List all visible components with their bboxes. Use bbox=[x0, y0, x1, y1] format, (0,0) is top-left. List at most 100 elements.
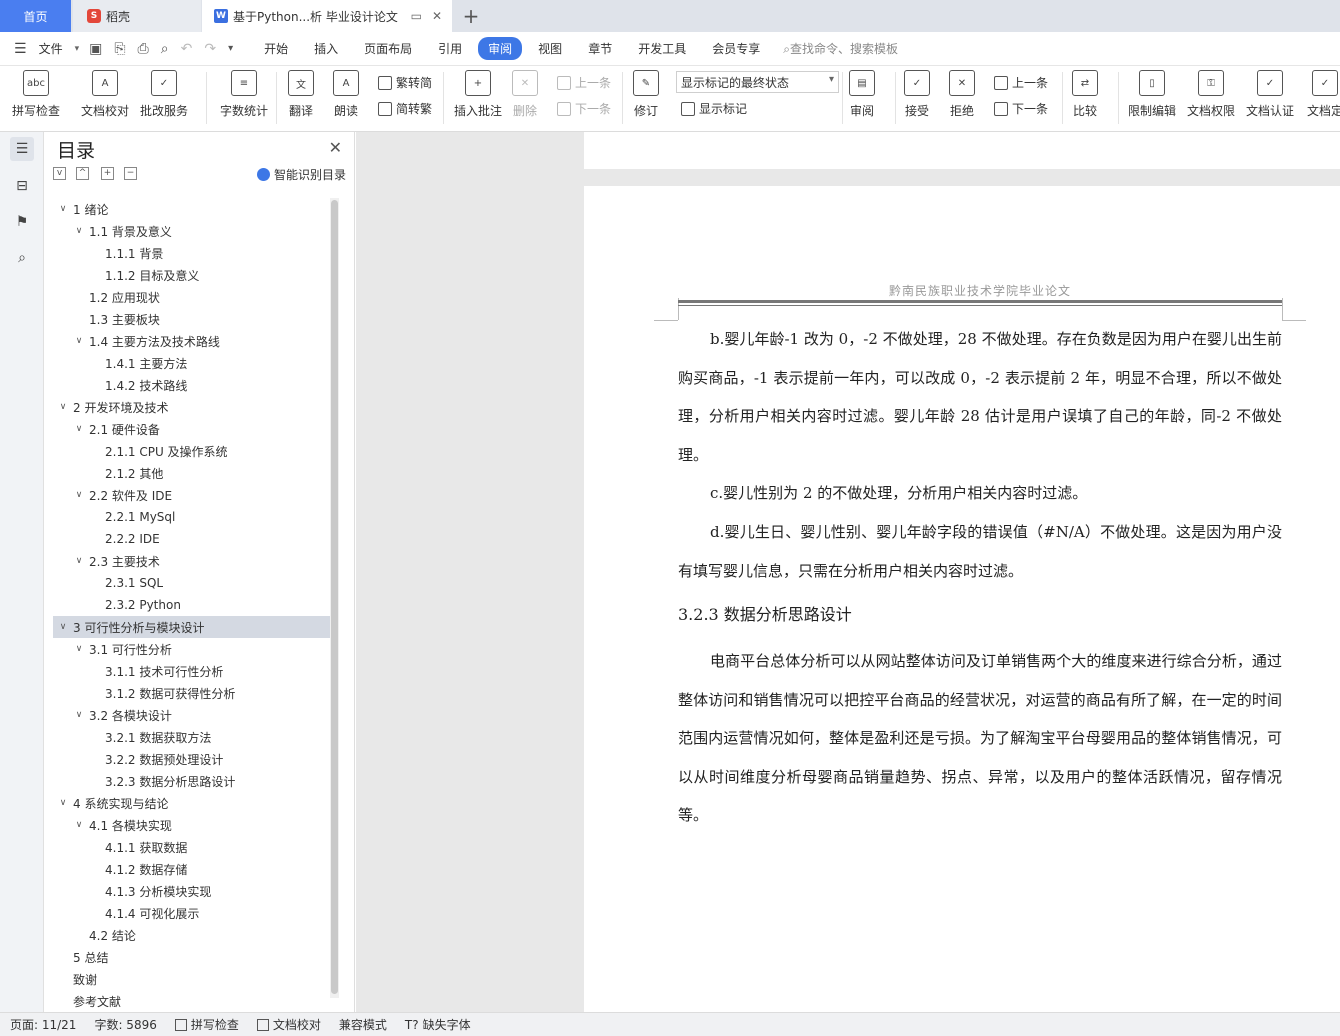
chevron-down-icon[interactable]: ∨ bbox=[57, 798, 69, 808]
toc-item[interactable]: 2.1.1 CPU 及操作系统 bbox=[53, 440, 331, 462]
toc-item[interactable]: 4.2 结论 bbox=[53, 924, 331, 946]
toc-item[interactable]: 4.1.1 获取数据 bbox=[53, 836, 331, 858]
translate-button[interactable]: 文翻译 bbox=[288, 70, 314, 119]
reject-button[interactable]: ✕ 拒绝 bbox=[949, 70, 975, 119]
chevron-down-icon[interactable]: ∨ bbox=[73, 424, 85, 434]
doc-permission-button[interactable]: ⚿ 文档权限 bbox=[1187, 70, 1235, 119]
add-heading-icon[interactable]: + bbox=[101, 167, 114, 180]
tab-daoke[interactable]: S 稻壳 bbox=[73, 0, 201, 32]
toc-item[interactable]: ∨ 3.2 各模块设计 bbox=[53, 704, 331, 726]
scroll-thumb[interactable] bbox=[331, 200, 338, 994]
tab-references[interactable]: 引用 bbox=[428, 37, 472, 60]
undo-icon[interactable]: ↶ bbox=[181, 41, 193, 57]
next-change-button[interactable]: 下一条 bbox=[994, 100, 1048, 117]
toc-item[interactable]: ∨ 4.1 各模块实现 bbox=[53, 814, 331, 836]
expand-all-icon[interactable]: v bbox=[53, 167, 66, 180]
toc-item[interactable]: 1.3 主要板块 bbox=[53, 308, 331, 330]
customize-icon[interactable]: ▾ bbox=[228, 43, 233, 54]
read-aloud-button[interactable]: A 朗读 bbox=[333, 70, 359, 119]
toc-item[interactable]: 3.1.2 数据可获得性分析 bbox=[53, 682, 331, 704]
redo-icon[interactable]: ↷ bbox=[204, 41, 216, 57]
tab-home[interactable]: 首页 bbox=[0, 0, 71, 32]
collapse-all-icon[interactable]: ^ bbox=[76, 167, 89, 180]
chevron-down-icon[interactable]: ∨ bbox=[73, 710, 85, 720]
simp-to-trad-button[interactable]: 简转繁 bbox=[378, 100, 432, 117]
chevron-down-icon[interactable]: ∨ bbox=[57, 622, 69, 632]
spellcheck-button[interactable]: abc 拼写检查 bbox=[12, 70, 60, 119]
file-menu[interactable]: 文件 bbox=[33, 37, 69, 60]
batch-service-button[interactable]: ✓ 批改服务 bbox=[140, 70, 188, 119]
prev-change-button[interactable]: 上一条 bbox=[994, 74, 1048, 91]
insert-comment-button[interactable]: + 插入批注 bbox=[454, 70, 502, 119]
tab-developer[interactable]: 开发工具 bbox=[628, 37, 696, 60]
markup-state-select[interactable]: 显示标记的最终状态 bbox=[676, 71, 839, 93]
new-tab-button[interactable]: + bbox=[458, 0, 484, 32]
tab-page-layout[interactable]: 页面布局 bbox=[354, 37, 422, 60]
document-page[interactable]: 黔南民族职业技术学院毕业论文 b.婴儿年龄-1 改为 0，-2 不做处理，28 … bbox=[584, 186, 1340, 1012]
tab-member[interactable]: 会员专享 bbox=[702, 37, 770, 60]
chapter-nav-icon[interactable]: ⊟ bbox=[10, 174, 34, 198]
doc-cert-button[interactable]: ✓ 文档认证 bbox=[1246, 70, 1294, 119]
chevron-down-icon[interactable]: ∨ bbox=[57, 402, 69, 412]
toc-item[interactable]: 1.2 应用现状 bbox=[53, 286, 331, 308]
toc-item[interactable]: ∨ 3.1 可行性分析 bbox=[53, 638, 331, 660]
chevron-down-icon[interactable]: ∨ bbox=[57, 204, 69, 214]
toc-item[interactable]: 3.2.2 数据预处理设计 bbox=[53, 748, 331, 770]
status-proof[interactable]: 文档校对 bbox=[256, 1016, 321, 1033]
toc-item[interactable]: ∨ 1.4 主要方法及技术路线 bbox=[53, 330, 331, 352]
accept-button[interactable]: ✓ 接受 bbox=[904, 70, 930, 119]
compare-button[interactable]: ⇄ 比较 bbox=[1072, 70, 1098, 119]
toc-item[interactable]: 2.3.2 Python bbox=[53, 594, 331, 616]
tab-review[interactable]: 审阅 bbox=[478, 37, 523, 60]
word-count[interactable]: 字数: 5896 bbox=[94, 1016, 156, 1033]
toc-item[interactable]: ∨ 1 绪论 bbox=[53, 198, 331, 220]
toc-item[interactable]: 4.1.3 分析模块实现 bbox=[53, 880, 331, 902]
doc-fix-button[interactable]: ✓ 文档定 bbox=[1307, 70, 1340, 119]
chevron-down-icon[interactable]: ∨ bbox=[73, 820, 85, 830]
search-icon[interactable]: ⌕ bbox=[10, 246, 34, 270]
toc-panel-icon[interactable]: ☰ bbox=[10, 137, 34, 161]
export-icon[interactable]: ⎘ bbox=[114, 41, 125, 57]
track-changes-button[interactable]: ✎ 修订 bbox=[633, 70, 659, 119]
toc-item[interactable]: 2.2.1 MySql bbox=[53, 506, 331, 528]
toc-item[interactable]: 1.1.1 背景 bbox=[53, 242, 331, 264]
review-pane-button[interactable]: ▤ 审阅 bbox=[849, 70, 875, 119]
close-tab-icon[interactable]: ✕ bbox=[432, 9, 442, 23]
word-count-button[interactable]: ≡ 字数统计 bbox=[220, 70, 268, 119]
toc-item[interactable]: ∨ 2.3 主要技术 bbox=[53, 550, 331, 572]
toc-item[interactable]: ∨ 2.2 软件及 IDE bbox=[53, 484, 331, 506]
toc-item[interactable]: ∨ 4 系统实现与结论 bbox=[53, 792, 331, 814]
tab-document[interactable]: W 基于Python...析 毕业设计论文 ▭ ✕ bbox=[202, 0, 452, 32]
show-markup-button[interactable]: 显示标记 bbox=[681, 100, 747, 117]
toc-item[interactable]: ∨ 3 可行性分析与模块设计 bbox=[53, 616, 331, 638]
hamburger-icon[interactable]: ☰ bbox=[14, 41, 27, 57]
tab-view[interactable]: 视图 bbox=[528, 37, 572, 60]
toc-scrollbar[interactable] bbox=[330, 198, 339, 998]
tab-insert[interactable]: 插入 bbox=[304, 37, 348, 60]
chevron-down-icon[interactable]: ∨ bbox=[73, 644, 85, 654]
compat-mode[interactable]: 兼容模式 bbox=[339, 1016, 387, 1033]
bookmark-icon[interactable]: ⚑ bbox=[10, 210, 34, 234]
print-icon[interactable]: ⎙ bbox=[138, 41, 149, 57]
save-icon[interactable]: ▣ bbox=[89, 41, 102, 57]
toc-item[interactable]: ∨ 1.1 背景及意义 bbox=[53, 220, 331, 242]
toc-item[interactable]: 3.2.3 数据分析思路设计 bbox=[53, 770, 331, 792]
missing-font[interactable]: T? 缺失字体 bbox=[405, 1016, 471, 1033]
prev-comment-button[interactable]: 上一条 bbox=[557, 74, 611, 91]
toc-item[interactable]: 4.1.2 数据存储 bbox=[53, 858, 331, 880]
restrict-edit-button[interactable]: ▯ 限制编辑 bbox=[1128, 70, 1176, 119]
trad-to-simp-button[interactable]: 繁转简 bbox=[378, 74, 432, 91]
toc-item[interactable]: 1.1.2 目标及意义 bbox=[53, 264, 331, 286]
toc-item[interactable]: ∨ 2 开发环境及技术 bbox=[53, 396, 331, 418]
toc-item[interactable]: 3.1.1 技术可行性分析 bbox=[53, 660, 331, 682]
toc-item[interactable]: 2.2.2 IDE bbox=[53, 528, 331, 550]
toc-item[interactable]: 4.1.4 可视化展示 bbox=[53, 902, 331, 924]
next-comment-button[interactable]: 下一条 bbox=[557, 100, 611, 117]
toc-item[interactable]: 5 总结 bbox=[53, 946, 331, 968]
command-search[interactable]: ⌕查找命令、搜索模板 bbox=[783, 40, 898, 57]
toc-item[interactable]: 2.1.2 其他 bbox=[53, 462, 331, 484]
delete-comment-button[interactable]: ✕ 删除 bbox=[512, 70, 538, 119]
toc-item[interactable]: 2.3.1 SQL bbox=[53, 572, 331, 594]
close-icon[interactable]: ✕ bbox=[329, 138, 342, 157]
smart-toc-button[interactable]: 智能识别目录 bbox=[256, 166, 346, 183]
